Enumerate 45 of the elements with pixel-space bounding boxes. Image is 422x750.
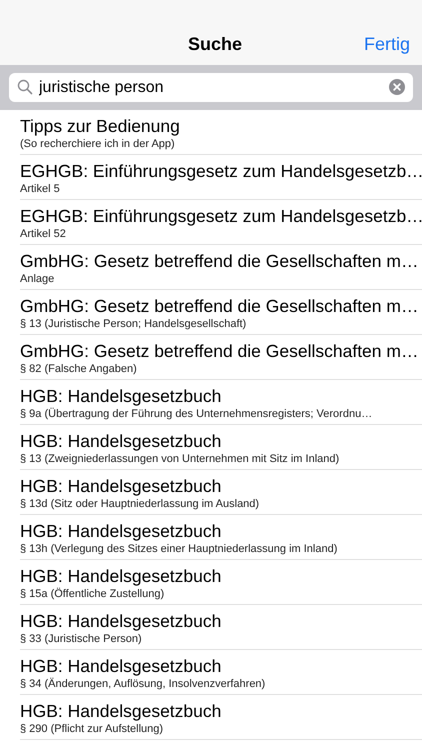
result-title: HGB: Handelsgesetzbuch xyxy=(20,521,222,542)
result-title: HGB: Handelsgesetzbuch xyxy=(20,431,222,452)
result-title: GmbHG: Gesetz betreffend die Gesellschaften m… xyxy=(20,296,418,317)
result-subtitle: § 13h (Verlegung des Sitzes einer Hauptniederlassung im Inland) xyxy=(20,542,338,556)
result-row[interactable]: HGB: Handelsgesetzbuch § 33 (Juristische Person) xyxy=(20,605,422,650)
result-row[interactable]: GmbHG: Gesetz betreffend die Gesellschaften m… § 13 (Juristische Person; Handelsgesellschaft) xyxy=(20,290,422,335)
result-subtitle: Anlage xyxy=(20,272,54,286)
result-subtitle: § 13 (Juristische Person; Handelsgesellschaft) xyxy=(20,317,246,331)
result-row[interactable]: HGB: Handelsgesetzbuch § 13d (Sitz oder Hauptniederlassung im Ausland) xyxy=(20,470,422,515)
result-subtitle: § 13 (Zweigniederlassungen von Unternehmen mit Sitz im Inland) xyxy=(20,452,340,466)
result-title: GmbHG: Gesetz betreffend die Gesellschaften m… xyxy=(20,251,418,272)
result-title: EGHGB: Einführungsgesetz zum Handelsgesetzb… xyxy=(20,161,422,182)
result-row[interactable]: HGB: Handelsgesetzbuch § 13h (Verlegung des Sitzes einer Hauptniederlassung im Inland) xyxy=(20,515,422,560)
screen-title: Suche xyxy=(188,33,242,55)
result-title: HGB: Handelsgesetzbuch xyxy=(20,701,222,722)
result-subtitle: § 290 (Pflicht zur Aufstellung) xyxy=(20,722,164,736)
result-row[interactable]: Tipps zur Bedienung (So recherchiere ich in der App) xyxy=(20,110,422,155)
clear-icon[interactable] xyxy=(389,79,405,95)
result-subtitle: § 13d (Sitz oder Hauptniederlassung im Ausland) xyxy=(20,497,260,511)
result-subtitle: § 34 (Änderungen, Auflösung, Insolvenzverfahren) xyxy=(20,677,266,691)
result-row[interactable]: HGB: Handelsgesetzbuch § 15a (Öffentliche Zustellung) xyxy=(20,560,422,605)
result-subtitle: § 15a (Öffentliche Zustellung) xyxy=(20,587,164,601)
result-subtitle: § 9a (Übertragung der Führung des Unternehmensregisters; Verordnu… xyxy=(20,407,372,421)
result-row[interactable]: HGB: Handelsgesetzbuch § 290 (Pflicht zur Aufstellung) xyxy=(20,695,422,740)
result-title: Tipps zur Bedienung xyxy=(20,116,180,137)
result-title: HGB: Handelsgesetzbuch xyxy=(20,611,222,632)
result-row[interactable]: GmbHG: Gesetz betreffend die Gesellschaften m… § 82 (Falsche Angaben) xyxy=(20,335,422,380)
result-row[interactable]: HGB: Handelsgesetzbuch § 34 (Änderungen, Auflösung, Insolvenzverfahren) xyxy=(20,650,422,695)
result-title: HGB: Handelsgesetzbuch xyxy=(20,656,222,677)
result-title: HGB: Handelsgesetzbuch xyxy=(20,566,222,587)
result-subtitle: Artikel 5 xyxy=(20,182,60,196)
result-row[interactable]: HGB: Handelsgesetzbuch § 9a (Übertragung der Führung des Unternehmensregisters; Verordnu… xyxy=(20,380,422,425)
result-row[interactable]: GmbHG: Gesetz betreffend die Gesellschaften m… Anlage xyxy=(20,245,422,290)
done-button[interactable]: Fertig xyxy=(360,33,410,55)
result-subtitle: Artikel 52 xyxy=(20,227,66,241)
result-title: HGB: Handelsgesetzbuch xyxy=(20,386,222,407)
result-row[interactable]: EGHGB: Einführungsgesetz zum Handelsgesetzb… Artikel 5 xyxy=(20,155,422,200)
result-subtitle: § 82 (Falsche Angaben) xyxy=(20,362,137,376)
result-title: GmbHG: Gesetz betreffend die Gesellschaften m… xyxy=(20,341,418,362)
result-title: HGB: Handelsgesetzbuch xyxy=(20,476,222,497)
result-title: EGHGB: Einführungsgesetz zum Handelsgesetzb… xyxy=(20,206,422,227)
result-subtitle: (So recherchiere ich in der App) xyxy=(20,137,175,151)
result-subtitle: § 33 (Juristische Person) xyxy=(20,632,142,646)
result-row[interactable]: HGB: Handelsgesetzbuch § 13 (Zweigniederlassungen von Unternehmen mit Sitz im Inland) xyxy=(20,425,422,470)
result-row[interactable]: EGHGB: Einführungsgesetz zum Handelsgesetzb… Artikel 52 xyxy=(20,200,422,245)
